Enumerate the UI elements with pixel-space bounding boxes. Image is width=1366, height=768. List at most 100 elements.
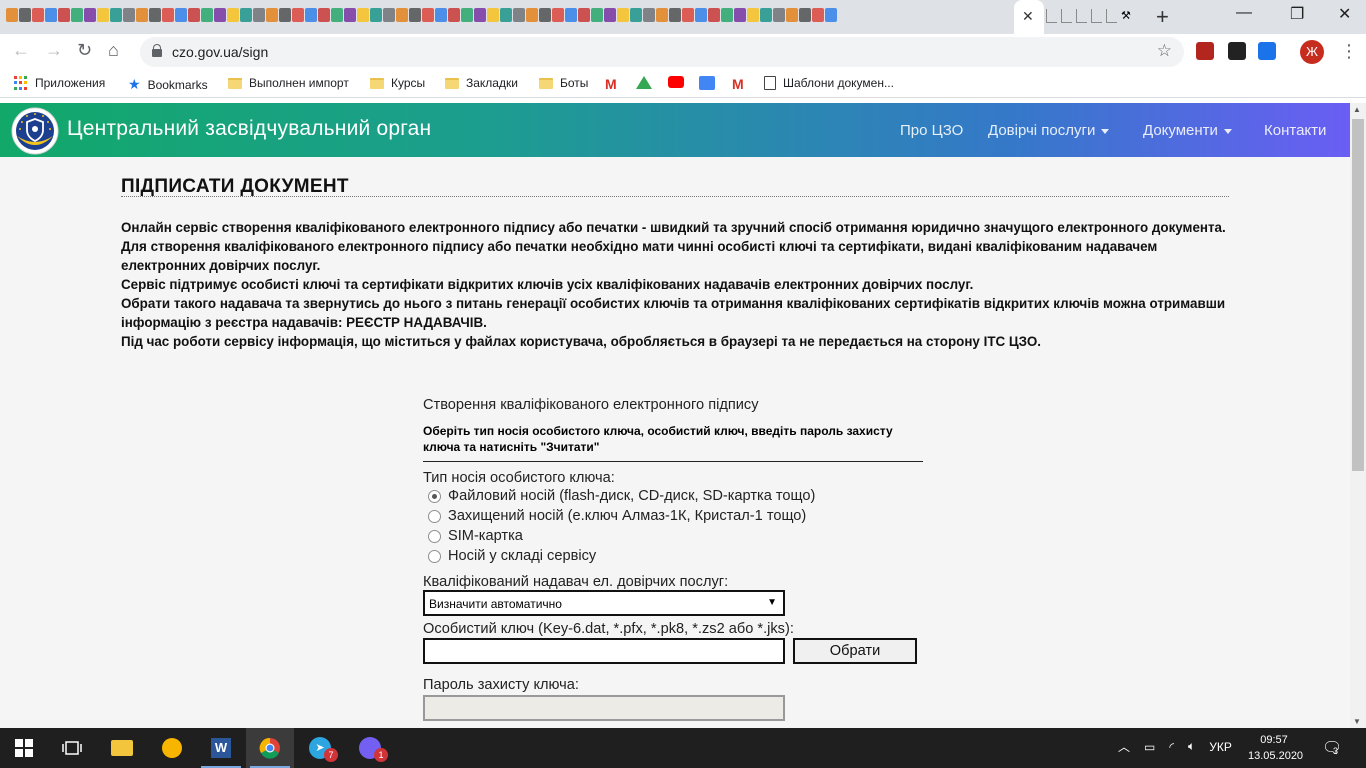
- radio-button[interactable]: [428, 509, 441, 523]
- tab-favicon[interactable]: [110, 8, 122, 22]
- bookmark-bookmarks[interactable]: ★ Bookmarks: [128, 76, 208, 93]
- tab-favicon[interactable]: [6, 8, 18, 22]
- tab-favicon[interactable]: [799, 8, 811, 22]
- new-tab-button[interactable]: +: [1156, 4, 1169, 30]
- carrier-option-service[interactable]: Носій у складі сервісу: [423, 546, 923, 566]
- bookmark-translate[interactable]: [699, 76, 715, 90]
- tab-favicon[interactable]: [474, 8, 486, 22]
- tab-favicon[interactable]: [201, 8, 213, 22]
- bookmark-folder-import[interactable]: Выполнен импорт: [228, 76, 349, 90]
- bookmark-folder-bookmarks[interactable]: Закладки: [445, 76, 518, 90]
- tab-favicon[interactable]: [708, 8, 720, 22]
- tab-favicon[interactable]: [123, 8, 135, 22]
- tab-favicon[interactable]: ⚒: [1121, 9, 1131, 23]
- tab-favicon[interactable]: [760, 8, 772, 22]
- language-indicator[interactable]: УКР: [1209, 740, 1232, 754]
- tab-favicon[interactable]: [71, 8, 83, 22]
- tab-favicon[interactable]: [565, 8, 577, 22]
- extension-icon[interactable]: [1196, 42, 1214, 60]
- site-logo-icon[interactable]: [10, 106, 60, 156]
- tab-favicon[interactable]: [58, 8, 70, 22]
- tab-favicon[interactable]: [435, 8, 447, 22]
- tab-favicon[interactable]: [162, 8, 174, 22]
- nav-trust-services[interactable]: Довірчі послуги: [988, 122, 1110, 139]
- choose-file-button[interactable]: Обрати: [793, 638, 917, 664]
- tab-favicon[interactable]: [669, 8, 681, 22]
- tab-favicon[interactable]: [32, 8, 44, 22]
- radio-label[interactable]: Захищений носій (е.ключ Алмаз-1К, Криста…: [448, 508, 806, 524]
- bookmark-templates[interactable]: Шаблони докумен...: [764, 76, 894, 90]
- close-window-button[interactable]: ✕: [1338, 4, 1351, 24]
- radio-button-checked[interactable]: [428, 489, 441, 503]
- tab-favicon[interactable]: [422, 8, 434, 22]
- tab-favicon[interactable]: [539, 8, 551, 22]
- tab-favicon[interactable]: [734, 8, 746, 22]
- tab-favicon[interactable]: [1106, 9, 1117, 23]
- radio-label[interactable]: SIM-картка: [448, 528, 523, 544]
- clock[interactable]: 09:57 13.05.2020: [1248, 732, 1303, 764]
- tab-favicon[interactable]: [773, 8, 785, 22]
- tab-favicon[interactable]: [578, 8, 590, 22]
- taskbar-telegram[interactable]: ➤ 7: [296, 728, 344, 768]
- pinned-tab-favicons[interactable]: [6, 8, 1016, 26]
- tab-favicon[interactable]: [1046, 9, 1057, 23]
- tab-favicon[interactable]: [279, 8, 291, 22]
- tab-favicon[interactable]: [188, 8, 200, 22]
- tab-favicon[interactable]: [396, 8, 408, 22]
- tab-favicon[interactable]: [409, 8, 421, 22]
- tab-favicon[interactable]: [591, 8, 603, 22]
- tab-favicon[interactable]: [513, 8, 525, 22]
- carrier-option-protected[interactable]: Захищений носій (е.ключ Алмаз-1К, Криста…: [423, 506, 923, 526]
- nav-about[interactable]: Про ЦЗО: [900, 122, 963, 139]
- active-tab[interactable]: ✕: [1014, 0, 1044, 34]
- profile-avatar[interactable]: Ж: [1300, 40, 1324, 64]
- bookmark-youtube[interactable]: [668, 76, 684, 88]
- tab-favicon[interactable]: [747, 8, 759, 22]
- lock-icon[interactable]: [152, 44, 162, 57]
- tab-favicon[interactable]: [253, 8, 265, 22]
- address-bar[interactable]: czo.gov.ua/sign ☆: [140, 37, 1184, 67]
- tab-favicon[interactable]: [656, 8, 668, 22]
- tab-favicon[interactable]: [1091, 9, 1102, 23]
- tab-favicon[interactable]: [630, 8, 642, 22]
- taskbar-file-explorer[interactable]: [98, 728, 146, 768]
- key-file-input[interactable]: [423, 638, 785, 664]
- volume-icon[interactable]: 🔈︎: [1188, 739, 1195, 754]
- bookmark-folder-bots[interactable]: Боты: [539, 76, 588, 90]
- bookmark-gmail-2[interactable]: M: [732, 76, 744, 92]
- carrier-option-sim[interactable]: SIM-картка: [423, 526, 923, 546]
- scrollbar-thumb[interactable]: [1352, 119, 1364, 471]
- tab-favicon[interactable]: [97, 8, 109, 22]
- action-center-button[interactable]: 🗨︎ 3: [1322, 738, 1342, 758]
- bookmark-star-icon[interactable]: ☆: [1157, 41, 1172, 61]
- tab-favicon[interactable]: [19, 8, 31, 22]
- radio-button[interactable]: [428, 529, 441, 543]
- tab-favicon[interactable]: [344, 8, 356, 22]
- tab-favicon[interactable]: [292, 8, 304, 22]
- url-text[interactable]: czo.gov.ua/sign: [172, 44, 268, 60]
- tab-favicon[interactable]: [461, 8, 473, 22]
- chevron-up-icon[interactable]: ︿: [1118, 738, 1130, 755]
- minimize-window-button[interactable]: —: [1236, 4, 1252, 22]
- tab-favicon[interactable]: [240, 8, 252, 22]
- radio-label[interactable]: Файловий носій (flash-диск, CD-диск, SD-…: [448, 488, 815, 504]
- scroll-up-icon[interactable]: ▲: [1353, 105, 1361, 114]
- back-button[interactable]: ←: [12, 40, 30, 61]
- taskbar-viber[interactable]: 1: [346, 728, 394, 768]
- taskbar-word[interactable]: W: [197, 728, 245, 768]
- bookmark-drive[interactable]: [636, 76, 652, 89]
- tab-favicon[interactable]: [604, 8, 616, 22]
- tab-favicon[interactable]: [357, 8, 369, 22]
- task-view-button[interactable]: [48, 728, 96, 768]
- extension-icon[interactable]: [1258, 42, 1276, 60]
- tab-favicon[interactable]: [721, 8, 733, 22]
- tab-favicon[interactable]: [370, 8, 382, 22]
- restore-window-button[interactable]: ❐: [1290, 4, 1304, 24]
- tab-favicon[interactable]: [136, 8, 148, 22]
- tab-favicon[interactable]: [552, 8, 564, 22]
- battery-icon[interactable]: ▭: [1144, 740, 1155, 754]
- bookmark-folder-courses[interactable]: Курсы: [370, 76, 425, 90]
- tab-favicon[interactable]: [331, 8, 343, 22]
- tab-favicon[interactable]: [448, 8, 460, 22]
- nav-documents[interactable]: Документи: [1143, 122, 1232, 139]
